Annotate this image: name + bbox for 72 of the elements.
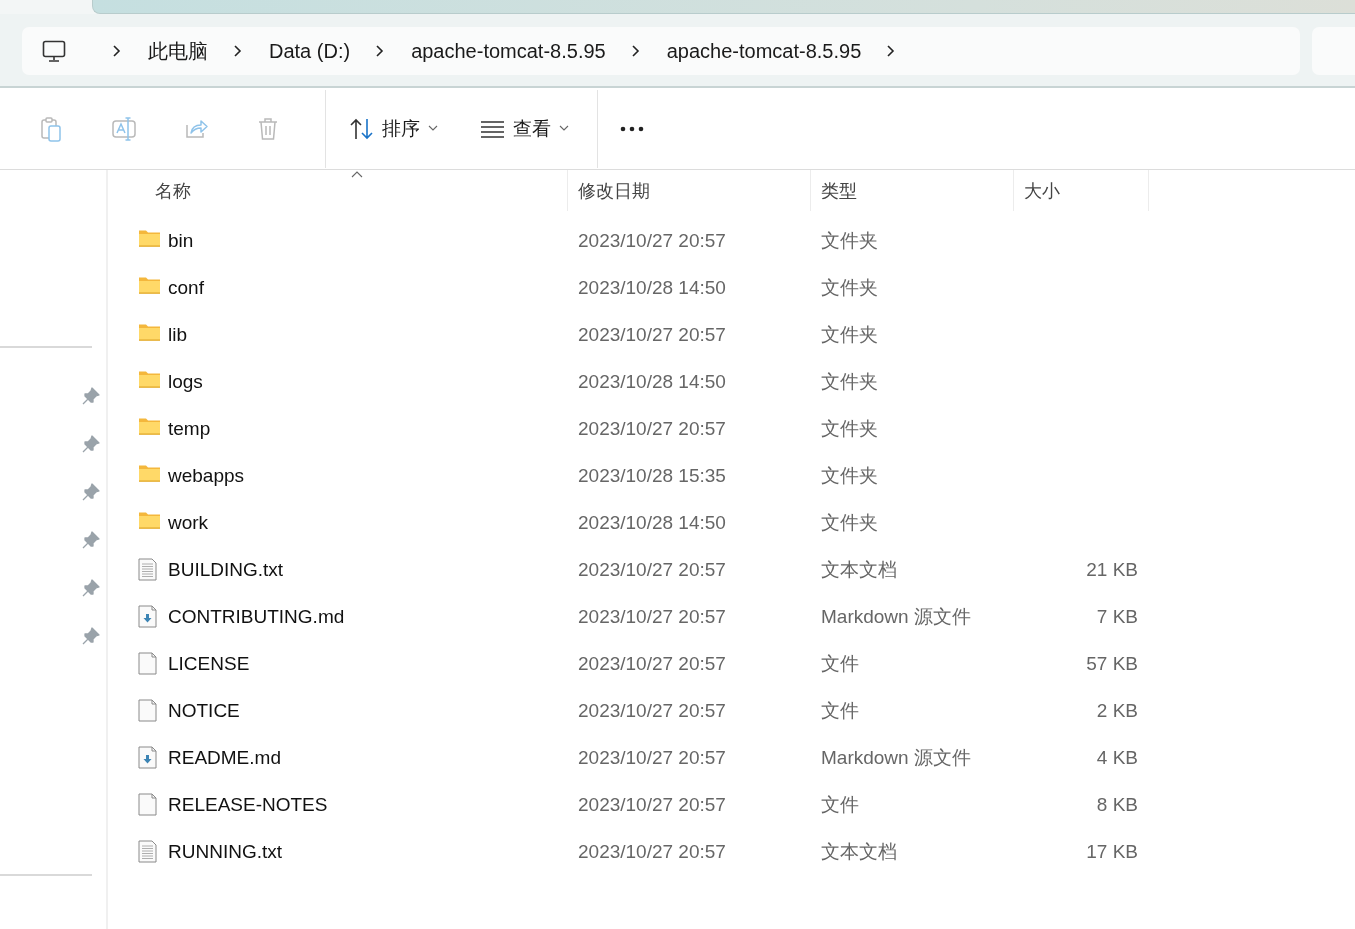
breadcrumb-item[interactable]: apache-tomcat-8.5.95 (408, 39, 609, 63)
file-type: 文本文档 (821, 840, 897, 862)
modified-date: 2023/10/27 20:57 (578, 793, 726, 815)
file-type: 文件 (821, 699, 859, 721)
modified-date: 2023/10/28 15:35 (578, 464, 726, 486)
modified-date: 2023/10/28 14:50 (578, 511, 726, 533)
file-name[interactable]: webapps (168, 464, 245, 487)
file-type: 文件夹 (821, 276, 878, 298)
more-icon (620, 125, 644, 132)
computer-icon (42, 40, 66, 62)
caret-icon (428, 125, 438, 132)
file-size: 7 KB (1096, 605, 1138, 627)
file-type: 文件夹 (821, 370, 878, 392)
file-type: 文件夹 (821, 417, 878, 439)
breadcrumb-item[interactable]: apache-tomcat-8.5.95 (663, 39, 865, 63)
file-name[interactable]: temp (168, 417, 211, 440)
list-view-icon (480, 118, 505, 139)
file-name[interactable]: bin (168, 229, 194, 252)
file-name[interactable]: BUILDING.txt (168, 558, 284, 581)
modified-date: 2023/10/27 20:57 (578, 840, 726, 862)
column-header[interactable]: 大小 (1014, 170, 1149, 211)
breadcrumb-item[interactable]: Data (D:) (266, 39, 354, 63)
file-type: 文件夹 (821, 464, 878, 486)
column-header[interactable]: 类型 (811, 170, 1014, 211)
file-name[interactable]: CONTRIBUTING.md (168, 605, 345, 628)
file-size: 2 KB (1096, 699, 1138, 721)
sort-icon (350, 116, 374, 141)
modified-date: 2023/10/27 20:57 (578, 323, 726, 345)
file-name[interactable]: logs (168, 370, 203, 393)
chevron-icon (112, 45, 121, 57)
chevron-icon (630, 45, 640, 57)
file-type: Markdown 源文件 (821, 605, 971, 627)
file-name[interactable]: work (168, 511, 209, 534)
file-name[interactable]: lib (168, 323, 187, 346)
address-bar[interactable]: 此电脑 Data (D:) apache-tomcat-8.5.95 apache-tomcat-8.5.95 (22, 27, 1300, 75)
sort-button[interactable]: 排序 (336, 109, 452, 148)
file-name[interactable]: RUNNING.txt (168, 840, 282, 863)
view-button[interactable]: 查看 (466, 109, 583, 148)
rename-icon (112, 115, 138, 142)
file-name[interactable]: LICENSE (168, 652, 250, 675)
file-type: 文件夹 (821, 323, 878, 345)
column-header[interactable]: 修改日期 (568, 170, 811, 211)
modified-date: 2023/10/28 14:50 (578, 370, 726, 392)
modified-date: 2023/10/27 20:57 (578, 558, 726, 580)
chevron-icon (886, 45, 896, 57)
caret-icon (559, 125, 569, 132)
file-size: 17 KB (1086, 840, 1138, 862)
file-size: 8 KB (1096, 793, 1138, 815)
file-name[interactable]: conf (168, 276, 204, 299)
modified-date: 2023/10/27 20:57 (578, 699, 726, 721)
modified-date: 2023/10/28 14:50 (578, 276, 726, 298)
file-name[interactable]: NOTICE (168, 699, 240, 722)
chevron-icon (233, 45, 242, 57)
file-size: 57 KB (1086, 652, 1138, 674)
file-size: 21 KB (1086, 558, 1138, 580)
modified-date: 2023/10/27 20:57 (578, 652, 726, 674)
breadcrumb-item[interactable]: 此电脑 (145, 37, 211, 65)
column-header[interactable]: 名称 (108, 170, 568, 211)
file-type: 文本文档 (821, 558, 897, 580)
file-type: Markdown 源文件 (821, 746, 971, 768)
modified-date: 2023/10/27 20:57 (578, 417, 726, 439)
file-type: 文件 (821, 793, 859, 815)
file-type: 文件夹 (821, 511, 878, 533)
file-name[interactable]: RELEASE-NOTES (168, 793, 328, 816)
modified-date: 2023/10/27 20:57 (578, 746, 726, 768)
file-size: 4 KB (1096, 746, 1138, 768)
chevron-icon (375, 45, 385, 57)
file-type: 文件夹 (821, 229, 878, 251)
file-type: 文件 (821, 652, 859, 674)
modified-date: 2023/10/27 20:57 (578, 229, 726, 251)
file-name[interactable]: README.md (168, 746, 281, 769)
modified-date: 2023/10/27 20:57 (578, 605, 726, 627)
